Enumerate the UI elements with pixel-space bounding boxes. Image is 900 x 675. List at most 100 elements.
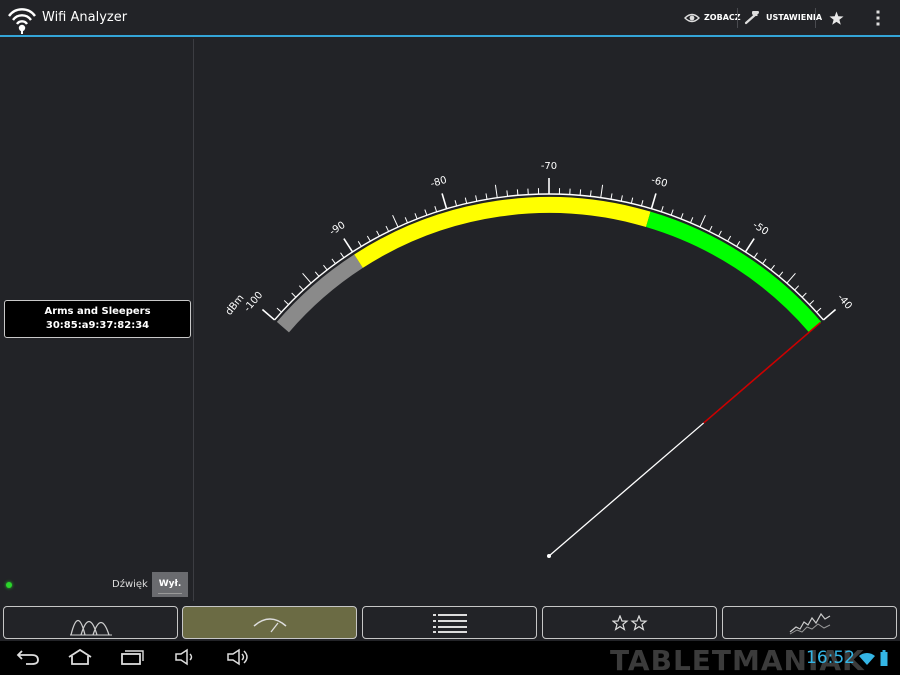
meter-tick xyxy=(670,209,674,216)
wrench-icon xyxy=(744,10,760,24)
meter-tick xyxy=(314,271,320,277)
meter-tick xyxy=(727,235,732,242)
meter-tick xyxy=(816,307,822,313)
meter-zone-0 xyxy=(276,254,363,333)
view-label: ZOBACZ xyxy=(704,13,741,22)
access-point-box[interactable]: Arms and Sleepers 30:85:a9:37:82:34 xyxy=(4,300,191,338)
recent-apps-icon[interactable] xyxy=(120,648,144,666)
signal-meter-gauge: -100-90-80-70-60-50-40 dBm xyxy=(224,161,854,558)
meter-tick xyxy=(283,300,289,305)
meter-zone-1 xyxy=(354,197,651,268)
meter-tick xyxy=(736,241,741,247)
tab-time-graph[interactable] xyxy=(722,606,897,639)
signal-meter-icon xyxy=(253,617,286,632)
meter-tick xyxy=(516,189,519,196)
meter-tick xyxy=(801,292,807,298)
bottom-tab-bar xyxy=(0,604,900,640)
meter-needle xyxy=(548,422,705,557)
left-panel: Arms and Sleepers 30:85:a9:37:82:34 Dźwi… xyxy=(0,39,194,601)
channel-graph-icon xyxy=(69,619,112,635)
ap-ssid: Arms and Sleepers xyxy=(44,306,151,317)
meter-tick xyxy=(392,214,399,228)
meter-tick xyxy=(744,238,755,253)
meter-needle-tip xyxy=(703,321,821,424)
meter-tick xyxy=(494,184,498,198)
meter-tick xyxy=(660,206,664,213)
signal-meter: -100 -90 -80 -70 -60 -50 -40 dBm xyxy=(195,39,900,601)
meter-tick-label: -80 xyxy=(429,175,448,190)
meter-tick xyxy=(323,264,328,271)
meter-tick xyxy=(340,252,345,258)
meter-tick-label: -70 xyxy=(541,161,557,172)
meter-tick xyxy=(298,285,304,291)
wifi-app-icon[interactable] xyxy=(6,4,38,34)
meter-tick-label: -100 xyxy=(242,290,265,314)
meter-tick xyxy=(475,195,478,202)
meter-tick xyxy=(343,238,354,253)
wifi-analyzer-app: Wifi Analyzer ZOBACZ USTAWIENIA Arms and… xyxy=(0,0,900,675)
meter-tick xyxy=(680,213,684,220)
meter-tick xyxy=(276,307,282,313)
battery-icon xyxy=(880,650,888,666)
stars-icon xyxy=(611,614,648,631)
meter-tick xyxy=(357,241,362,247)
tab-signal-meter[interactable] xyxy=(182,606,357,639)
meter-tick xyxy=(753,252,758,258)
meter-tick-label: -50 xyxy=(751,220,771,238)
sound-toggle[interactable]: Wył. xyxy=(152,572,188,597)
meter-tick xyxy=(708,225,713,232)
view-button[interactable]: ZOBACZ xyxy=(684,0,741,35)
meter-tick-label: -40 xyxy=(835,292,854,312)
meter-tick xyxy=(506,190,509,197)
meter-tick xyxy=(366,235,371,242)
meter-zone-2 xyxy=(646,211,822,333)
meter-tick xyxy=(485,193,488,200)
meter-tick xyxy=(376,230,380,237)
meter-tick xyxy=(770,264,775,271)
meter-tick xyxy=(424,209,428,216)
volume-up-icon[interactable] xyxy=(226,648,250,666)
settings-button[interactable]: USTAWIENIA xyxy=(744,0,822,35)
volume-down-icon[interactable] xyxy=(174,648,196,666)
tab-channel-graph[interactable] xyxy=(3,606,178,639)
wifi-status-icon xyxy=(859,652,875,665)
meter-tick xyxy=(650,193,657,210)
meter-tick xyxy=(794,285,800,291)
list-icon xyxy=(432,613,467,633)
home-icon[interactable] xyxy=(67,648,93,666)
meter-tick xyxy=(589,190,592,197)
meter-tick xyxy=(414,213,418,220)
meter-tick xyxy=(291,292,297,298)
meter-tick xyxy=(441,193,448,210)
meter-tick xyxy=(404,217,408,223)
time-graph-icon xyxy=(789,612,830,634)
meter-tick xyxy=(640,200,644,207)
eye-icon xyxy=(684,13,700,22)
meter-tick xyxy=(620,195,623,202)
tab-channel-rating[interactable] xyxy=(542,606,717,639)
meter-tick xyxy=(610,193,613,200)
sound-label: Dźwięk xyxy=(112,579,148,590)
meter-tick xyxy=(718,230,722,237)
settings-label: USTAWIENIA xyxy=(766,13,823,22)
meter-tick xyxy=(809,300,815,305)
favorite-star-icon[interactable] xyxy=(829,11,844,26)
meter-tick-label: -60 xyxy=(650,175,669,190)
meter-tick xyxy=(778,271,784,277)
meter-tick xyxy=(579,189,582,196)
meter-tick xyxy=(454,200,458,207)
meter-tick xyxy=(822,308,837,321)
action-separator xyxy=(815,8,816,28)
meter-tick xyxy=(331,258,336,265)
meter-tick xyxy=(690,217,694,223)
action-bar: Wifi Analyzer ZOBACZ USTAWIENIA xyxy=(0,0,900,37)
system-navigation-bar: TABLETMANIAK 16:52 xyxy=(0,641,900,675)
meter-tick xyxy=(261,308,276,321)
back-icon[interactable] xyxy=(16,648,40,666)
tab-ap-list[interactable] xyxy=(362,606,537,639)
meter-tick xyxy=(385,225,390,232)
meter-tick xyxy=(434,206,438,213)
meter-tick xyxy=(630,197,634,204)
overflow-menu-icon[interactable] xyxy=(876,10,880,26)
meter-tick-label: -90 xyxy=(328,220,348,238)
